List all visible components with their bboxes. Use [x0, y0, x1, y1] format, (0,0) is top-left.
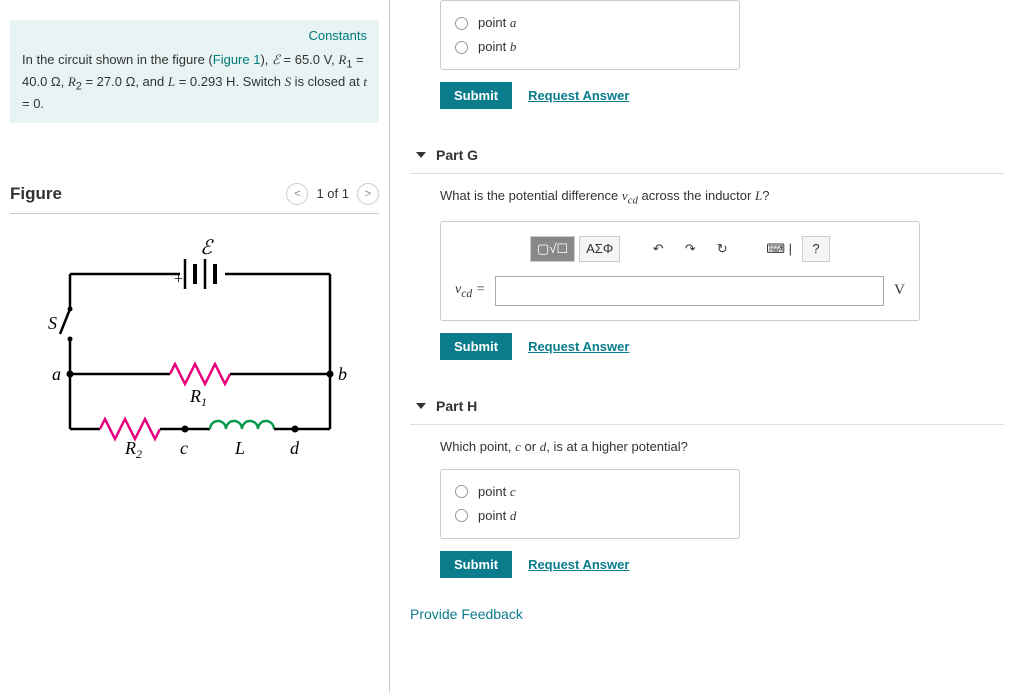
- request-answer-f[interactable]: Request Answer: [528, 88, 629, 103]
- val: = 0.: [22, 96, 44, 111]
- answer-box-g: ▢√☐ ΑΣΦ ↶ ↷ ↻ ⌨ | ? vcd = V: [440, 221, 920, 321]
- node-c: c: [180, 438, 188, 458]
- submit-button-h[interactable]: Submit: [440, 551, 512, 578]
- constants-link[interactable]: Constants: [22, 28, 367, 43]
- node-d: d: [290, 438, 300, 458]
- part-h-section: Part H Which point, c or d, is at a high…: [410, 388, 1004, 592]
- caret-down-icon: [416, 403, 426, 409]
- formula-toolbar: ▢√☐ ΑΣΦ ↶ ↷ ↻ ⌨ | ?: [455, 236, 905, 262]
- text: In the circuit shown in the figure (: [22, 52, 213, 67]
- text: ),: [260, 52, 272, 67]
- node-b: b: [338, 364, 347, 384]
- part-g-header[interactable]: Part G: [410, 137, 1004, 174]
- part-g-title: Part G: [436, 147, 478, 163]
- redo-button[interactable]: ↷: [676, 236, 704, 262]
- pager-prev-button[interactable]: <: [286, 183, 308, 205]
- choice-box-h: point c point d: [440, 469, 740, 539]
- text: is closed at: [291, 74, 363, 89]
- choice-label: point b: [478, 39, 516, 55]
- l-label: L: [234, 438, 245, 458]
- var-t: t: [363, 74, 367, 89]
- part-g-section: Part G What is the potential difference …: [410, 137, 1004, 374]
- undo-button[interactable]: ↶: [644, 236, 672, 262]
- emf-label: ℰ: [200, 237, 214, 259]
- figure-title: Figure: [10, 184, 62, 204]
- node-a: a: [52, 364, 61, 384]
- submit-button-f[interactable]: Submit: [440, 82, 512, 109]
- choice-label: point d: [478, 508, 516, 524]
- pager-next-button[interactable]: >: [357, 183, 379, 205]
- var-R2: R: [68, 74, 76, 89]
- r1-label: R1: [189, 386, 207, 409]
- problem-info-box: Constants In the circuit shown in the fi…: [10, 20, 379, 123]
- keyboard-button[interactable]: ⌨ |: [760, 236, 798, 262]
- radio-point-d[interactable]: [455, 509, 468, 522]
- radio-point-b[interactable]: [455, 41, 468, 54]
- request-answer-g[interactable]: Request Answer: [528, 339, 629, 354]
- request-answer-h[interactable]: Request Answer: [528, 557, 629, 572]
- templates-button[interactable]: ▢√☐: [530, 236, 575, 262]
- submit-button-g[interactable]: Submit: [440, 333, 512, 360]
- answer-var-label: vcd =: [455, 282, 485, 300]
- val: = 65.0 V: [280, 52, 331, 67]
- circuit-diagram: + ℰ S a b R1: [30, 234, 360, 464]
- greek-button[interactable]: ΑΣΦ: [579, 236, 620, 262]
- problem-statement: In the circuit shown in the figure (Figu…: [22, 51, 367, 113]
- figure-link[interactable]: Figure 1: [213, 52, 261, 67]
- var-L: L: [168, 74, 175, 89]
- var-E: ℰ: [272, 52, 280, 67]
- choice-label: point c: [478, 484, 516, 500]
- r2-label: R2: [124, 438, 142, 461]
- radio-point-a[interactable]: [455, 17, 468, 30]
- val: = 27.0 Ω: [82, 74, 135, 89]
- text: . Switch: [235, 74, 284, 89]
- reset-button[interactable]: ↻: [708, 236, 736, 262]
- switch-label: S: [48, 313, 57, 333]
- unit-label: V: [894, 282, 905, 299]
- choice-label: point a: [478, 15, 516, 31]
- pager-label: 1 of 1: [316, 186, 349, 201]
- part-h-title: Part H: [436, 398, 477, 414]
- help-button[interactable]: ?: [802, 236, 830, 262]
- part-g-question: What is the potential difference vcd acr…: [440, 188, 1004, 207]
- part-h-question: Which point, c or d, is at a higher pote…: [440, 439, 1004, 455]
- plus-label: +: [174, 271, 183, 288]
- provide-feedback-link[interactable]: Provide Feedback: [410, 606, 1004, 622]
- choice-box-f: point a point b: [440, 0, 740, 70]
- radio-point-c[interactable]: [455, 485, 468, 498]
- val: = 0.293 H: [175, 74, 235, 89]
- part-h-header[interactable]: Part H: [410, 388, 1004, 425]
- answer-input-g[interactable]: [495, 276, 884, 306]
- caret-down-icon: [416, 152, 426, 158]
- figure-pager: < 1 of 1 >: [286, 183, 379, 205]
